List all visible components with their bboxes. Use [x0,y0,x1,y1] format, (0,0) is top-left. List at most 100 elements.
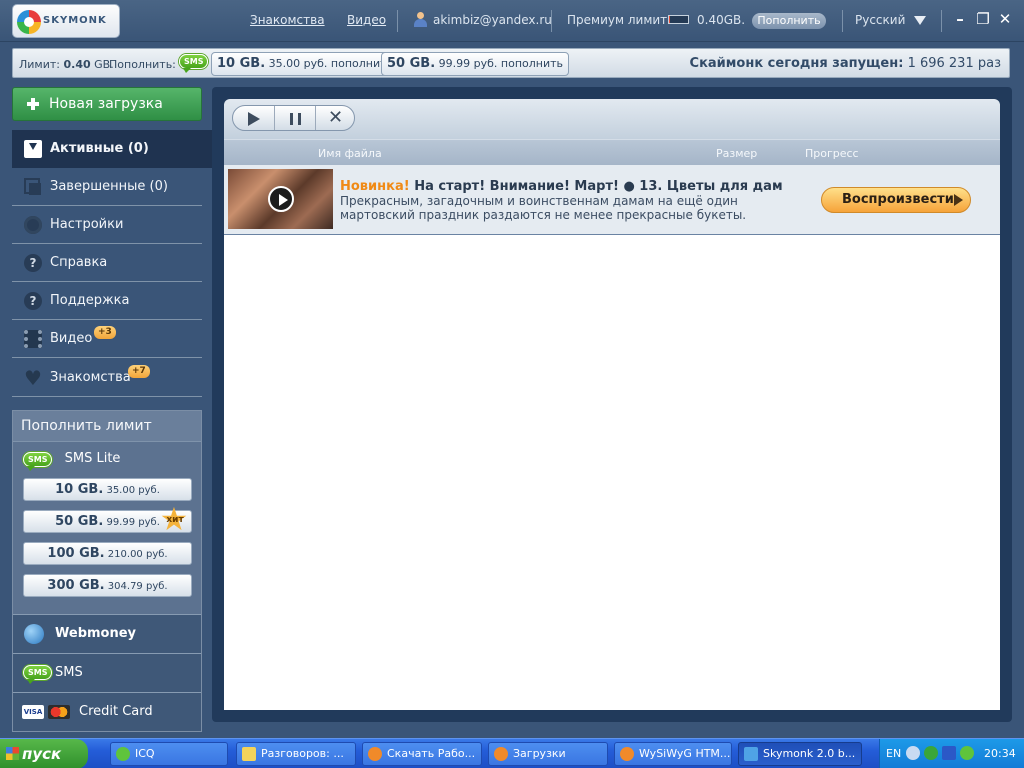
limit-value: 0.40 [63,58,91,71]
taskbar-item-browser-download[interactable]: Скачать Рабо... [362,742,482,766]
sidebar-item-support[interactable]: ? Поддержка [12,282,202,320]
package-size: 50 GB. [55,514,104,529]
divider [397,10,398,32]
video-thumbnail[interactable] [228,169,333,229]
sidebar-item-settings[interactable]: Настройки [12,206,202,244]
package-300gb-button[interactable]: 300 GB. 304.79 руб. [23,574,192,597]
sidebar-item-label: Видео [50,331,93,346]
refill-10gb-button[interactable]: 10 GB. 35.00 руб. пополнить [211,52,400,76]
limit-info-bar: Лимит: 0.40 GB. Пополнить: SMS 10 GB. 35… [12,48,1010,78]
help-icon: ? [24,254,42,272]
language-indicator[interactable]: EN [886,747,901,760]
package-price: 35.00 руб. [106,485,160,496]
payment-label: Webmoney [55,626,137,641]
hit-label: хит [166,515,184,525]
user-email[interactable]: akimbiz@yandex.ru [433,13,552,27]
sms-lite-label: SMS Lite [64,451,121,466]
skymonk-logo: SKYMONK [12,4,120,38]
taskbar-item-wysiwyg[interactable]: WySiWyG HTM... [614,742,732,766]
video-link[interactable]: Видео [347,13,386,27]
column-header-progress[interactable]: Прогресс [805,147,859,160]
launch-label: Скаймонк сегодня запущен: [689,56,904,71]
film-icon [24,330,42,348]
help-icon: ? [24,292,42,310]
package-100gb-button[interactable]: 100 GB. 210.00 руб. [23,542,192,565]
skymonk-logo-mark [17,10,41,34]
firefox-icon [620,747,634,761]
package-size: 100 GB. [47,546,105,561]
minimize-icon[interactable]: – [952,11,968,27]
download-toolbar: ✕ [224,99,1000,139]
sidebar-item-dating[interactable]: ♥ Знакомства +7 [12,359,202,397]
utorrent-icon[interactable] [924,746,938,760]
refill-panel: Пополнить лимит SMS SMS Lite 10 GB. 35.0… [12,410,202,732]
copy-icon [24,178,42,196]
download-list: Новинка! На старт! Внимание! Март! ● 13.… [224,165,1000,710]
network-icon[interactable] [942,746,956,760]
playback-controls: ✕ [232,105,355,131]
sidebar-item-label: Поддержка [50,293,130,308]
tray-collapse-icon[interactable] [906,746,920,760]
promo-title: Новинка! На старт! Внимание! Март! ● 13.… [340,179,783,194]
taskbar-item-label: ICQ [135,747,155,760]
payment-credit-card[interactable]: VISA Credit Card [13,692,201,731]
taskbar-item-chats[interactable]: Разговоров: ... [236,742,356,766]
start-button[interactable]: пуск [0,739,88,768]
taskbar-item-label: WySiWyG HTM... [639,747,731,760]
payment-label: SMS [55,665,83,680]
taskbar-item-label: Skymonk 2.0 b... [763,747,856,760]
chevron-down-icon[interactable] [914,16,926,25]
sidebar-item-video[interactable]: Видео +3 [12,320,202,358]
start-label: пуск [22,745,62,763]
taskbar-item-label: Разговоров: ... [261,747,344,760]
taskbar-item-label: Загрузки [513,747,566,760]
premium-limit-meter-fill [669,16,670,23]
mastercard-icon [48,705,70,719]
new-download-button[interactable]: Новая загрузка [12,87,202,121]
sidebar-item-completed[interactable]: Завершенные (0) [12,168,202,206]
taskbar-item-skymonk[interactable]: Skymonk 2.0 b... [738,742,862,766]
package-size: 300 GB. [47,578,105,593]
user-icon [413,12,427,27]
taskbar-item-downloads[interactable]: Загрузки [488,742,608,766]
pause-button[interactable] [274,106,315,130]
play-video-button[interactable]: Воспроизвести [821,187,971,213]
sidebar-item-label: Завершенные (0) [50,179,168,194]
start-button[interactable] [233,106,274,130]
play-video-label: Воспроизвести [842,192,954,207]
chat-icon [242,747,256,761]
inbox-icon [24,140,42,158]
sidebar-item-active[interactable]: Активные (0) [12,130,224,168]
refill-50gb-button[interactable]: 50 GB. 99.99 руб. пополнить [381,52,570,76]
play-icon [248,112,260,126]
payment-webmoney[interactable]: Webmoney [13,614,201,653]
logo-text: SKYMONK [43,15,107,26]
promo-row[interactable]: Новинка! На старт! Внимание! Март! ● 13.… [224,165,1000,235]
topup-label: Пополнить: [109,58,176,71]
new-download-label: Новая загрузка [49,96,163,112]
column-header-size[interactable]: Размер [716,147,757,160]
column-header-name[interactable]: Имя файла [318,147,382,160]
sidebar-item-help[interactable]: ? Справка [12,244,202,282]
cancel-button[interactable]: ✕ [315,106,354,130]
close-icon[interactable]: ✕ [997,11,1013,27]
clock: 20:34 [984,747,1016,760]
system-tray: EN 20:34 [879,739,1024,768]
dating-link[interactable]: Знакомства [250,13,325,27]
divider [941,10,942,32]
play-icon[interactable] [268,186,294,212]
pause-icon [290,113,301,125]
refill-price: 35.00 руб. [268,57,328,70]
taskbar-item-icq[interactable]: ICQ [110,742,228,766]
title-bar: SKYMONK Знакомства Видео akimbiz@yandex.… [0,0,1024,42]
sidebar-item-label: Активные (0) [50,141,149,156]
premium-limit-label: Премиум лимит [567,13,668,27]
topup-button[interactable]: Пополнить [752,13,826,29]
sms-icon: SMS [23,452,53,471]
payment-sms[interactable]: SMS SMS [13,653,201,692]
windows-taskbar: пуск ICQ Разговоров: ... Скачать Рабо...… [0,738,1024,768]
icq-icon[interactable] [960,746,974,760]
package-10gb-button[interactable]: 10 GB. 35.00 руб. [23,478,192,501]
restore-icon[interactable]: ❐ [975,11,991,27]
language-select[interactable]: Русский [855,13,905,27]
